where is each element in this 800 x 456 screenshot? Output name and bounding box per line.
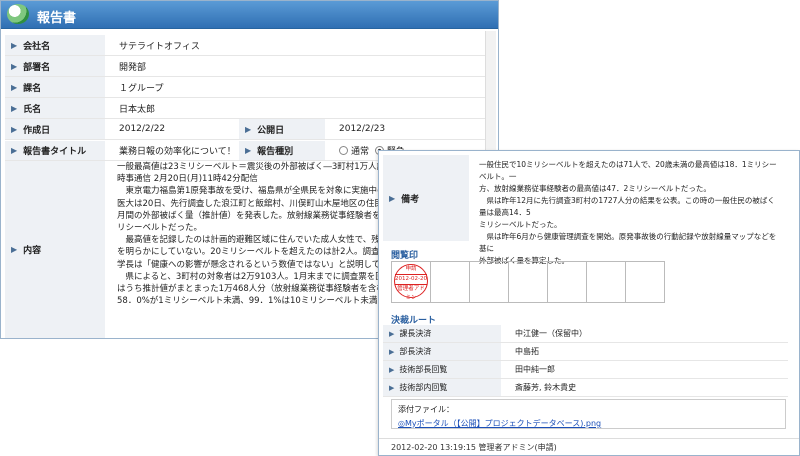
approval-heading: 閲覧印 — [391, 251, 419, 261]
route-value: 中江健一（保留中） — [515, 329, 587, 338]
content-label-cell: ▶ 内容 — [5, 161, 105, 338]
published-label: 公開日 — [257, 125, 285, 136]
stamp-cell — [625, 261, 665, 303]
stamp-grid: 申請 2012-02-20 管理者アドミン — [391, 261, 665, 303]
title-bar: 報告書 — [1, 1, 498, 29]
remarks-line: ミリシーベルトだった。 — [479, 220, 562, 229]
report-title-value: 業務日報の効率化について！ — [119, 147, 236, 157]
arrow-icon: ▶ — [11, 61, 18, 71]
radio-normal-label: 通常 — [351, 147, 370, 157]
route-value: 中島拓 — [515, 347, 539, 356]
arrow-icon: ▶ — [11, 103, 18, 113]
arrow-icon: ▶ — [11, 40, 18, 50]
stamp-cell — [547, 261, 587, 303]
app-logo-icon — [7, 4, 29, 24]
section-row: ▶ 課名 １グループ — [5, 77, 493, 98]
seal-date: 2012-02-20 — [395, 274, 427, 285]
arrow-icon: ▶ — [11, 245, 18, 254]
seal-top: 申請 — [405, 266, 417, 272]
remarks-label: 備考 — [401, 194, 420, 205]
attachment-label: 添付ファイル： — [398, 405, 454, 414]
arrow-icon: ▶ — [389, 383, 395, 392]
stamp-cell — [508, 261, 548, 303]
radio-normal[interactable] — [339, 146, 348, 155]
arrow-icon: ▶ — [389, 347, 395, 356]
arrow-icon: ▶ — [11, 82, 18, 92]
attachment-link[interactable]: ◎Myポータル（【公開】プロジェクトデータベース).png — [398, 418, 779, 429]
company-value: サテライトオフィス — [119, 41, 200, 52]
approval-seal: 申請 2012-02-20 管理者アドミン — [394, 264, 428, 301]
history-footer: 2012-02-20 13:19:15 管理者アドミン(申請) — [379, 438, 799, 455]
stamp-cell — [469, 261, 509, 303]
report-type-label: 報告種別 — [257, 147, 294, 157]
remarks-label-cell: ▶ 備考 — [383, 155, 469, 241]
created-value: 2012/2/22 — [119, 124, 166, 134]
published-value: 2012/2/23 — [339, 124, 386, 134]
department-value: 開発部 — [119, 62, 147, 73]
created-label: 作成日 — [23, 125, 51, 136]
approval-window: ▶ 備考 一般住民で10ミリシーベルトを超えたのは71人で、20歳未満の最高値は1… — [378, 150, 800, 456]
arrow-icon: ▶ — [11, 124, 18, 134]
remarks-line: 県は昨年12月に先行調査3町村の1727人分の結果を公表。この時の一般住民の被ば… — [479, 196, 775, 217]
route-label: 部長決済 — [399, 347, 432, 356]
company-row: ▶ 会社名 サテライトオフィス — [5, 35, 493, 56]
company-label: 会社名 — [23, 41, 51, 52]
remarks-line: 一般住民で10ミリシーベルトを超えたのは71人で、20歳未満の最高値は18．1ミ… — [479, 160, 777, 181]
name-row: ▶ 氏名 日本太郎 — [5, 98, 493, 119]
window-title: 報告書 — [37, 11, 77, 26]
route-value: 田中純一郎 — [515, 365, 555, 374]
arrow-icon: ▶ — [389, 365, 395, 374]
route-label: 課長決済 — [399, 329, 432, 338]
seal-name: 管理者アドミン — [397, 286, 425, 301]
name-label: 氏名 — [23, 104, 42, 115]
content-label: 内容 — [23, 246, 42, 256]
route-row: ▶ 技術部長回覧 田中純一郎 — [383, 361, 788, 379]
remarks-line: 県は昨年6月から健康管理調査を開始。原発事故後の行動記録や放射線量マップなどを基… — [479, 232, 777, 253]
remarks-line: 方、放射線業務従事経験者の最高値は47．2ミリシーベルトだった。 — [479, 184, 711, 193]
remarks-text: 一般住民で10ミリシーベルトを超えたのは71人で、20歳未満の最高値は18．1ミ… — [479, 159, 779, 267]
attachment-box: 添付ファイル： ◎Myポータル（【公開】プロジェクトデータベース).png — [391, 399, 786, 429]
date-row: ▶ 作成日 2012/2/22 ▶ 公開日 2012/2/23 — [5, 119, 493, 140]
arrow-icon: ▶ — [389, 329, 395, 338]
arrow-icon: ▶ — [245, 124, 252, 134]
route-row: ▶ 部長決済 中島拓 — [383, 343, 788, 361]
department-row: ▶ 部署名 開発部 — [5, 56, 493, 77]
section-value: １グループ — [119, 83, 164, 94]
route-row: ▶ 課長決済 中江健一（保留中） — [383, 325, 788, 343]
name-value: 日本太郎 — [119, 104, 156, 115]
route-row: ▶ 技術部内回覧 斎藤芳, 鈴木貴史 — [383, 379, 788, 397]
arrow-icon: ▶ — [11, 146, 18, 155]
arrow-icon: ▶ — [389, 193, 396, 203]
route-label: 技術部長回覧 — [399, 365, 448, 374]
stamp-cell — [586, 261, 626, 303]
section-label: 課名 — [23, 83, 42, 94]
stamp-cell: 申請 2012-02-20 管理者アドミン — [391, 261, 431, 303]
route-value: 斎藤芳, 鈴木貴史 — [515, 383, 577, 392]
route-label: 技術部内回覧 — [399, 383, 448, 392]
arrow-icon: ▶ — [245, 146, 252, 155]
department-label: 部署名 — [23, 62, 51, 73]
report-title-label: 報告書タイトル — [23, 147, 87, 157]
stamp-cell — [430, 261, 470, 303]
